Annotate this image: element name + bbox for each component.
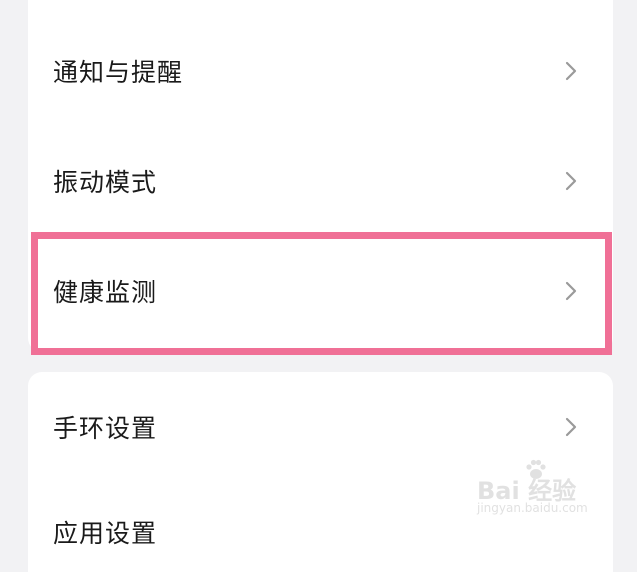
settings-item-label: 手环设置: [53, 414, 158, 443]
settings-item-health-monitoring[interactable]: 健康监测: [28, 236, 613, 346]
settings-item-label: 通知与提醒: [53, 58, 184, 87]
settings-item-label: 应用设置: [53, 519, 158, 548]
settings-group-1: 通知与提醒 振动模式 健康监测: [28, 0, 613, 352]
chevron-right-icon: [565, 417, 577, 437]
chevron-right-icon: [565, 281, 577, 301]
settings-item-label: 振动模式: [53, 168, 158, 197]
watermark: Bai 经验 jingyan.baidu.com: [477, 459, 607, 523]
paw-icon: [526, 459, 546, 479]
settings-item-notifications[interactable]: 通知与提醒: [28, 16, 613, 126]
chevron-right-icon: [565, 61, 577, 81]
watermark-url: jingyan.baidu.com: [477, 501, 588, 515]
chevron-right-icon: [565, 171, 577, 191]
settings-item-vibration[interactable]: 振动模式: [28, 126, 613, 236]
settings-item-label: 健康监测: [53, 278, 158, 307]
